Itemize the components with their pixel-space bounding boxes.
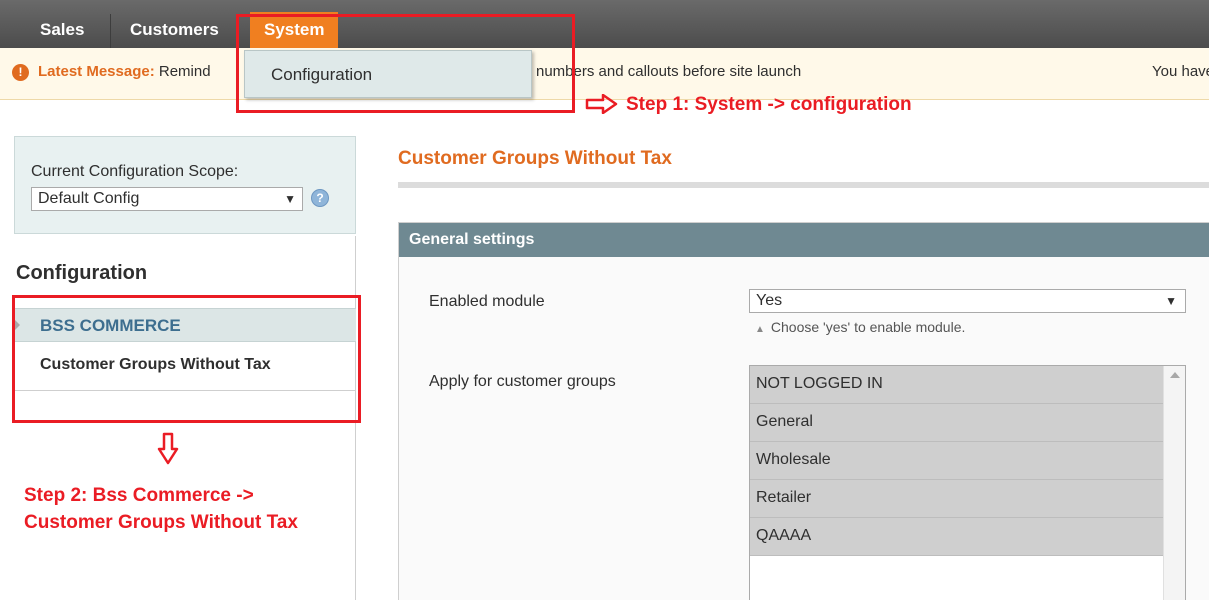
list-item[interactable]: NOT LOGGED IN — [750, 366, 1164, 404]
title-divider — [398, 182, 1209, 188]
section-body: Enabled module Yes ▼ ▲ Choose 'yes' to en… — [399, 257, 1209, 600]
customer-groups-multiselect[interactable]: NOT LOGGED IN General Wholesale Retailer… — [749, 365, 1186, 600]
scope-label: Current Configuration Scope: — [31, 163, 239, 180]
nav-customers[interactable]: Customers — [130, 12, 219, 48]
top-navigation: Sales Customers System — [0, 0, 1209, 48]
page-title: Customer Groups Without Tax — [398, 148, 672, 169]
annotation-box-step2 — [12, 295, 361, 423]
section-header[interactable]: General settings — [399, 223, 1209, 257]
nav-separator — [110, 14, 111, 48]
chevron-down-icon: ▼ — [1165, 294, 1177, 308]
latest-message-continued: numbers and callouts before site launch — [536, 63, 802, 80]
message-bar: ! Latest Message: Remind numbers and cal… — [0, 48, 1209, 100]
nav-sales[interactable]: Sales — [40, 12, 84, 48]
section-title: General settings — [409, 231, 535, 248]
down-arrow-icon — [157, 432, 179, 465]
scrollbar[interactable] — [1163, 366, 1185, 600]
sidebar-title: Configuration — [16, 262, 148, 284]
customer-groups-label: Apply for customer groups — [429, 373, 616, 390]
latest-message-text[interactable]: Remind — [155, 63, 211, 80]
enabled-module-value: Yes — [756, 292, 783, 309]
help-icon[interactable]: ? — [311, 189, 329, 207]
enabled-module-label: Enabled module — [429, 293, 545, 310]
list-item[interactable]: Wholesale — [750, 442, 1164, 480]
alert-icon: ! — [12, 64, 29, 81]
scope-select[interactable]: Default Config ▼ — [31, 187, 303, 211]
configuration-scope-panel: Current Configuration Scope: Default Con… — [14, 136, 356, 234]
list-item[interactable]: General — [750, 404, 1164, 442]
enabled-module-note: ▲ Choose 'yes' to enable module. — [755, 319, 965, 335]
enabled-module-note-text: Choose 'yes' to enable module. — [770, 319, 966, 335]
latest-message-label: Latest Message: — [38, 63, 155, 80]
annotation-box-step1 — [236, 14, 575, 113]
annotation-step2-line2: Customer Groups Without Tax — [24, 512, 298, 533]
annotation-step1: Step 1: System -> configuration — [626, 94, 912, 115]
caret-up-icon: ▲ — [755, 324, 765, 335]
general-settings-section: General settings Enabled module Yes ▼ ▲ C… — [398, 222, 1209, 600]
annotation-step2-line1: Step 2: Bss Commerce -> — [24, 485, 254, 506]
latest-message: Latest Message: Remind — [38, 63, 211, 80]
chevron-down-icon: ▼ — [284, 192, 296, 206]
right-arrow-icon — [585, 94, 618, 114]
scope-select-value: Default Config — [38, 190, 140, 207]
list-item[interactable]: QAAAA — [750, 518, 1164, 556]
list-item[interactable]: Retailer — [750, 480, 1164, 518]
message-right-text: You have — [1152, 63, 1209, 80]
scroll-up-icon[interactable] — [1170, 372, 1180, 378]
enabled-module-select[interactable]: Yes ▼ — [749, 289, 1186, 313]
